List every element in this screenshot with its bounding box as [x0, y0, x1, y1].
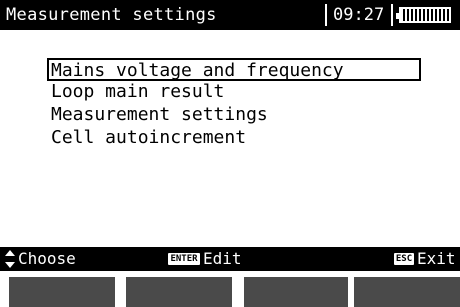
function-key-2[interactable] [126, 277, 232, 307]
esc-key-icon: ESC [394, 253, 414, 265]
edit-label: Edit [203, 249, 242, 268]
menu-item-mains-voltage-and-frequency[interactable]: Mains voltage and frequency [47, 58, 421, 81]
choose-label: Choose [18, 249, 76, 268]
page-title: Measurement settings [6, 5, 217, 25]
menu-item-loop-main-result[interactable]: Loop main result [47, 81, 421, 104]
function-key-1[interactable] [9, 277, 115, 307]
header-divider [325, 4, 327, 26]
function-key-4[interactable] [354, 277, 460, 307]
up-down-arrow-icon [5, 250, 15, 268]
menu-item-cell-autoincrement[interactable]: Cell autoincrement [47, 127, 421, 150]
enter-key-icon: ENTER [168, 253, 200, 265]
status-bar: Choose ENTER Edit ESC Exit [0, 247, 460, 271]
menu-item-measurement-settings[interactable]: Measurement settings [47, 104, 421, 127]
header-divider [391, 4, 393, 26]
clock-time: 09:27 [333, 5, 385, 25]
exit-label: Exit [417, 249, 456, 268]
function-key-3[interactable] [244, 277, 348, 307]
header-bar: Measurement settings 09:27 [0, 0, 460, 30]
battery-icon [396, 7, 451, 23]
device-screen: Measurement settings 09:27 Mains voltage… [0, 0, 460, 307]
settings-menu: Mains voltage and frequency Loop main re… [47, 58, 421, 150]
